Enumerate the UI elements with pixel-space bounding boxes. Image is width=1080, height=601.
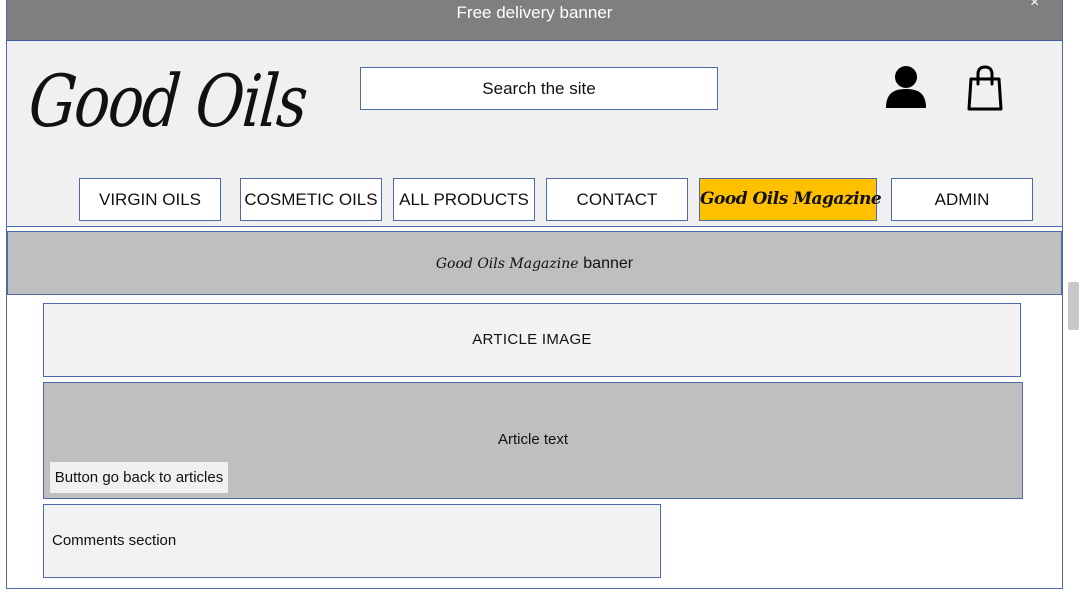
nav-virgin-oils[interactable]: VIRGIN OILS [79, 178, 221, 221]
article-text: Article text [497, 431, 569, 448]
close-icon[interactable]: × [1030, 0, 1039, 12]
magazine-banner: Good Oils Magazine banner [7, 231, 1062, 295]
free-delivery-banner[interactable]: Free delivery banner [7, 0, 1062, 41]
nav-cosmetic-oils[interactable]: COSMETIC OILS [240, 178, 382, 221]
nav-admin[interactable]: ADMIN [891, 178, 1033, 221]
magazine-banner-label: banner [583, 255, 634, 272]
article-image-label: ARTICLE IMAGE [472, 331, 592, 348]
nav-contact[interactable]: CONTACT [546, 178, 688, 221]
comments-section[interactable]: Comments section [43, 504, 661, 578]
search-input[interactable]: Search the site [360, 67, 718, 110]
shopping-bag-icon[interactable] [967, 65, 1003, 111]
site-header: Good Oils Search the site VIRGIN OILS CO… [7, 41, 1062, 227]
magazine-banner-script: Good Oils Magazine [435, 256, 579, 272]
nav-all-products[interactable]: ALL PRODUCTS [393, 178, 535, 221]
nav-good-oils-magazine[interactable]: Good Oils Magazine [699, 178, 882, 221]
user-icon[interactable] [885, 65, 927, 109]
back-to-articles-button[interactable]: Button go back to articles [50, 462, 228, 493]
article-image: ARTICLE IMAGE [43, 303, 1021, 377]
free-delivery-banner-text: Free delivery banner [456, 3, 613, 22]
scrollbar-thumb[interactable] [1068, 282, 1079, 330]
comments-section-label: Comments section [52, 532, 177, 549]
article-text-box: Article text Button go back to articles [43, 382, 1023, 499]
site-logo[interactable]: Good Oils [26, 59, 310, 143]
